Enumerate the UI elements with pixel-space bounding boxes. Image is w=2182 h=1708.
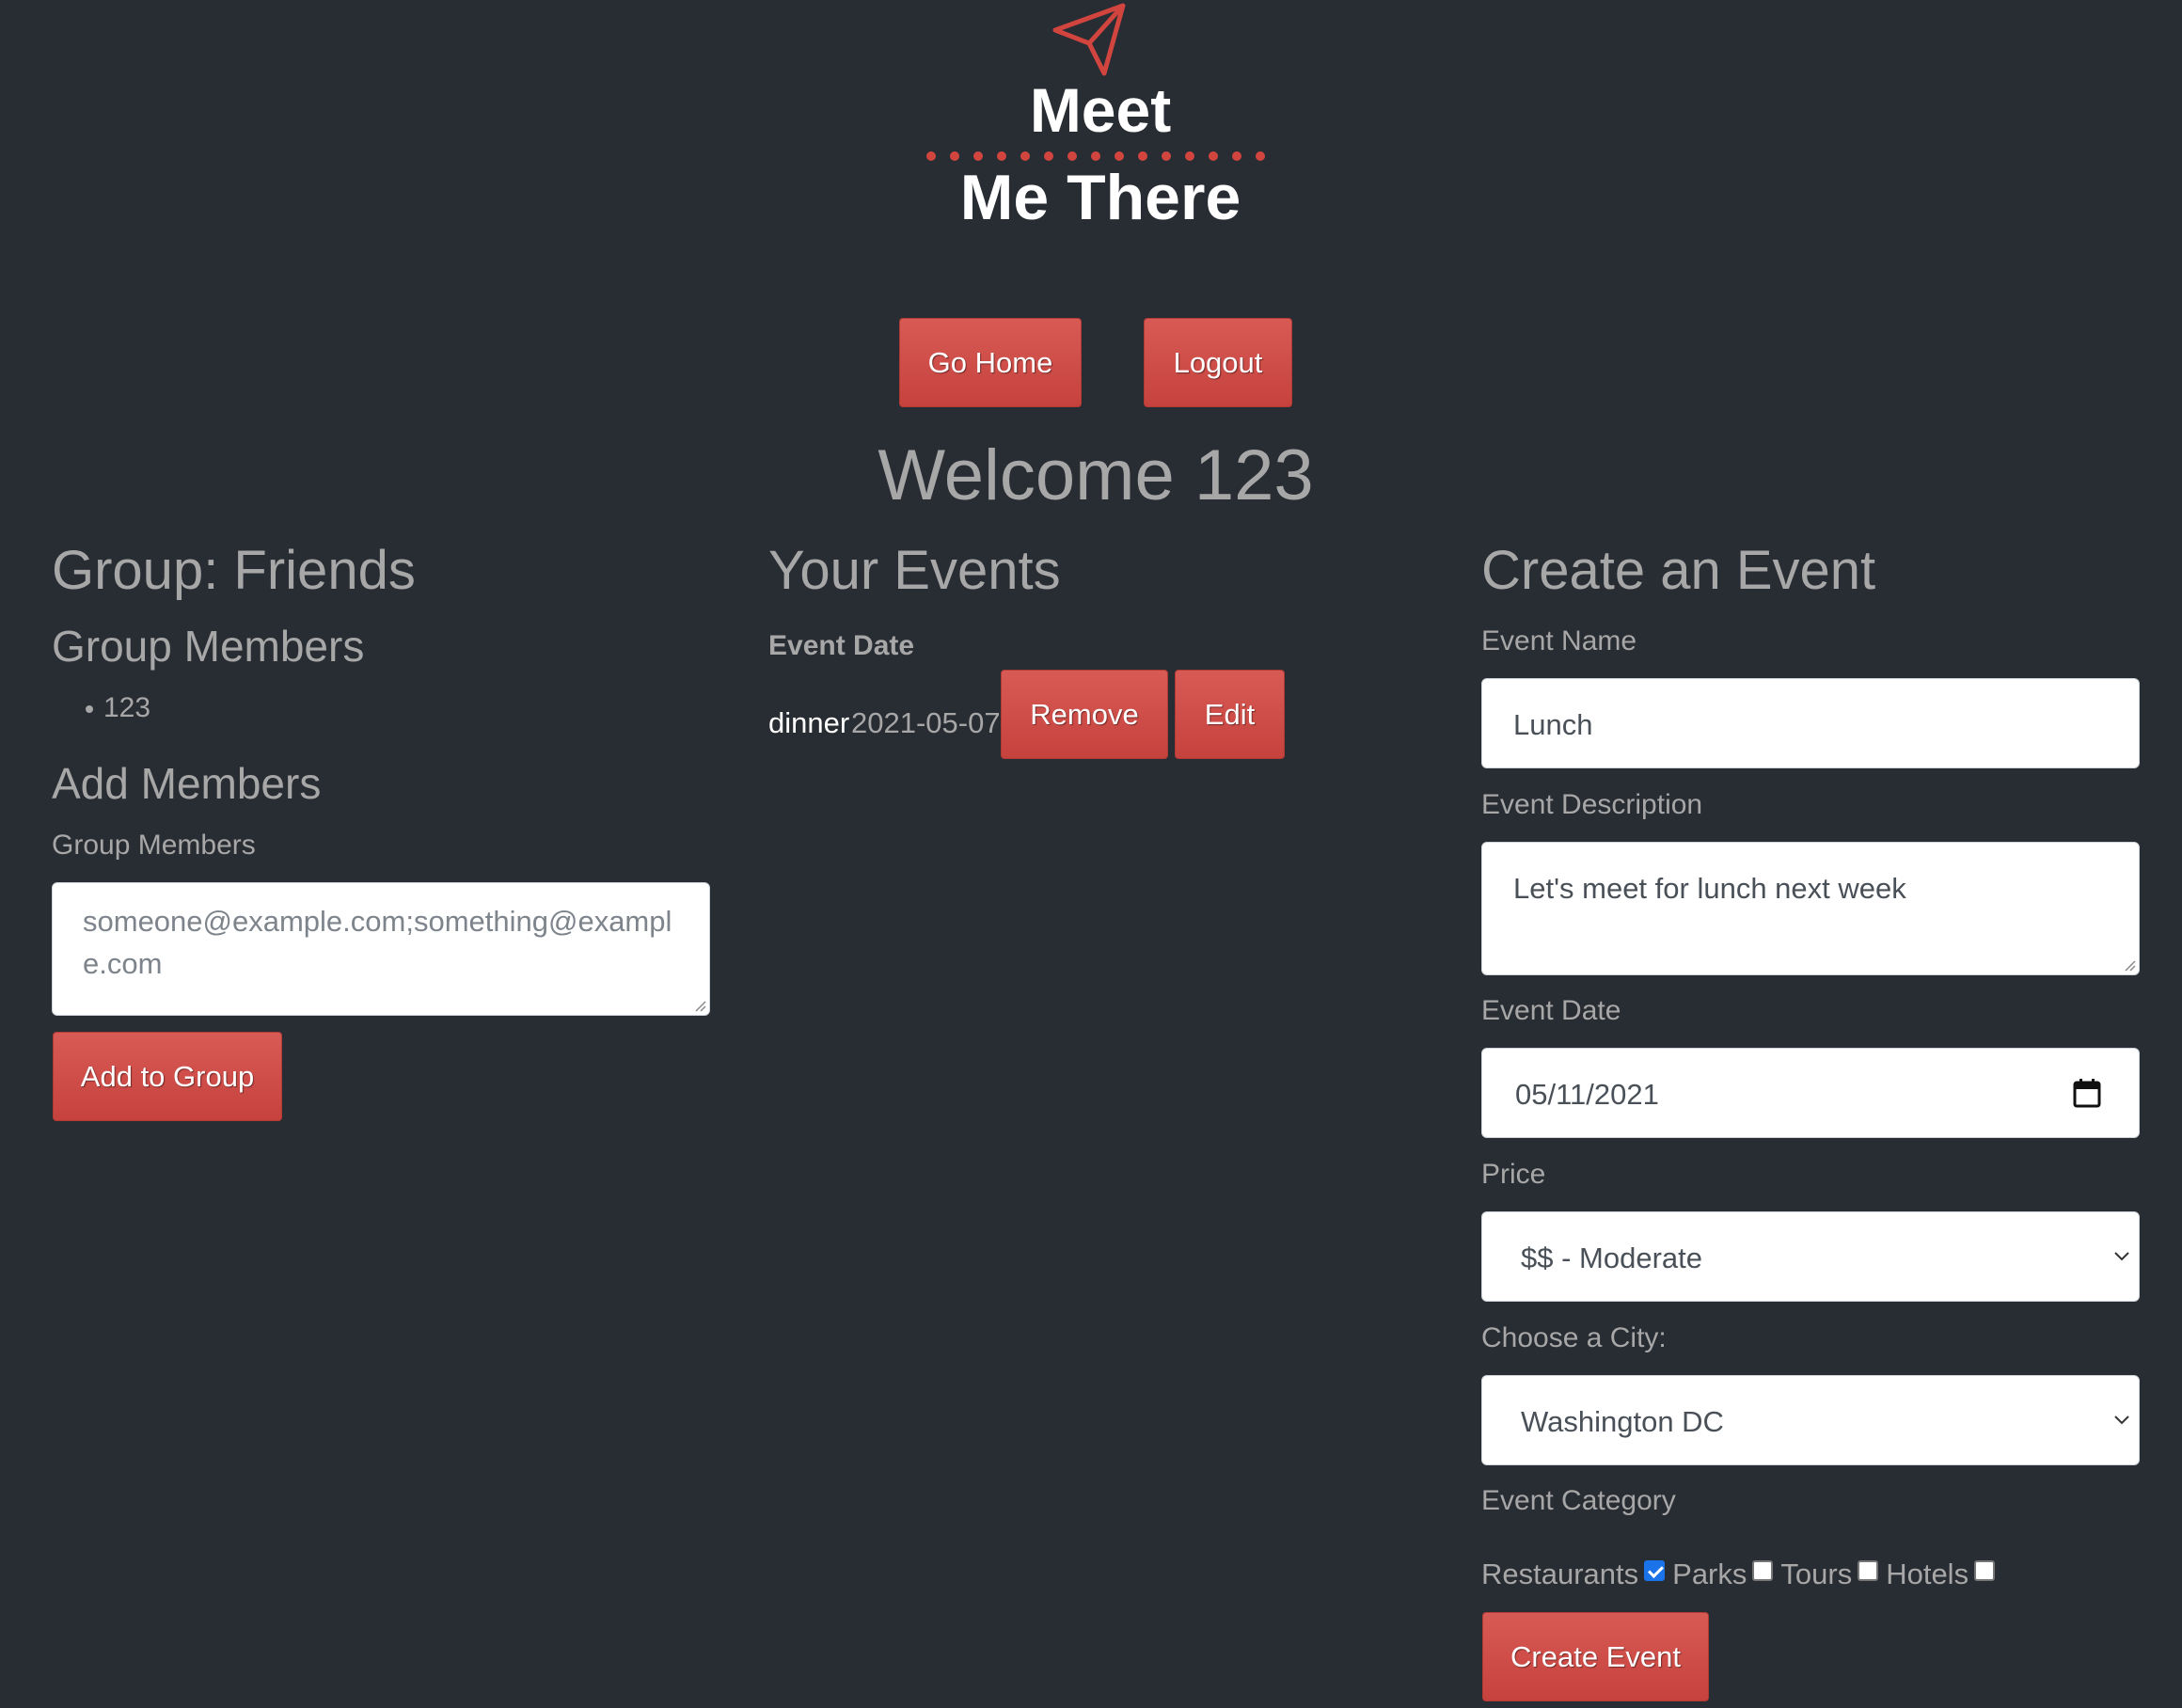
city-value: Washington DC	[1521, 1405, 1724, 1438]
add-members-textarea[interactable]: someone@example.com;something@example.co…	[52, 882, 710, 1016]
add-members-label: Group Members	[52, 830, 256, 861]
go-home-button[interactable]: Go Home	[899, 318, 1082, 407]
resize-handle-icon[interactable]	[693, 999, 706, 1012]
event-date-label: Event Date	[1481, 995, 1621, 1026]
price-value: $$ - Moderate	[1521, 1241, 1702, 1274]
calendar-icon[interactable]	[2073, 1078, 2101, 1108]
category-label-hotels: Hotels	[1886, 1558, 1969, 1590]
remove-event-button[interactable]: Remove	[1001, 670, 1168, 759]
event-description-label: Event Description	[1481, 789, 1703, 820]
add-members-placeholder: someone@example.com;something@example.co…	[83, 905, 672, 980]
your-events-title: Your Events	[768, 540, 1061, 601]
page: Meet Me There Go Home Logout Welcome 123…	[0, 0, 2182, 1708]
event-name: dinner	[768, 706, 850, 739]
event-date-input[interactable]: 05/11/2021	[1481, 1048, 2140, 1138]
event-date-value: 05/11/2021	[1515, 1078, 1659, 1111]
edit-event-button[interactable]: Edit	[1175, 670, 1285, 759]
resize-handle-icon[interactable]	[2123, 958, 2136, 972]
logo: Meet Me There	[922, 0, 1279, 245]
event-date-column-label: Event Date	[768, 630, 915, 661]
chevron-down-icon	[2114, 1415, 2129, 1425]
price-label: Price	[1481, 1159, 1546, 1190]
paper-plane-icon	[1052, 3, 1126, 76]
event-category-checkboxes: Restaurants Parks Tours Hotels	[1481, 1558, 2002, 1591]
logo-line2: Me There	[959, 162, 1241, 233]
event-category-label: Event Category	[1481, 1485, 1676, 1516]
price-select[interactable]: $$ - Moderate	[1481, 1211, 2140, 1302]
category-checkbox-tours[interactable]	[1858, 1560, 1879, 1581]
create-event-button[interactable]: Create Event	[1482, 1612, 1709, 1701]
category-checkbox-hotels[interactable]	[1974, 1560, 1996, 1581]
category-label-tours: Tours	[1780, 1558, 1853, 1590]
event-date: 2021-05-07	[851, 706, 1001, 739]
group-members-heading: Group Members	[52, 622, 365, 671]
chevron-down-icon	[2114, 1252, 2129, 1261]
category-label-restaurants: Restaurants	[1481, 1558, 1639, 1590]
city-label: Choose a City:	[1481, 1322, 1667, 1353]
add-to-group-button[interactable]: Add to Group	[53, 1032, 282, 1121]
welcome-heading: Welcome 123	[878, 435, 1314, 515]
event-description-textarea[interactable]: Let's meet for lunch next week	[1481, 842, 2140, 975]
event-description-value: Let's meet for lunch next week	[1513, 872, 1906, 905]
create-event-title: Create an Event	[1481, 540, 1876, 601]
category-label-parks: Parks	[1672, 1558, 1747, 1590]
member-list-item: 123	[85, 692, 151, 723]
logo-line1: Meet	[1029, 75, 1172, 145]
city-select[interactable]: Washington DC	[1481, 1375, 2140, 1465]
event-name-label: Event Name	[1481, 625, 1637, 656]
add-members-heading: Add Members	[52, 759, 322, 808]
logout-button[interactable]: Logout	[1144, 318, 1292, 407]
category-checkbox-parks[interactable]	[1752, 1560, 1774, 1581]
event-name-input[interactable]: Lunch	[1481, 678, 2140, 768]
category-checkbox-restaurants[interactable]	[1644, 1560, 1666, 1581]
group-title: Group: Friends	[52, 540, 416, 601]
event-name-value: Lunch	[1513, 708, 1593, 741]
